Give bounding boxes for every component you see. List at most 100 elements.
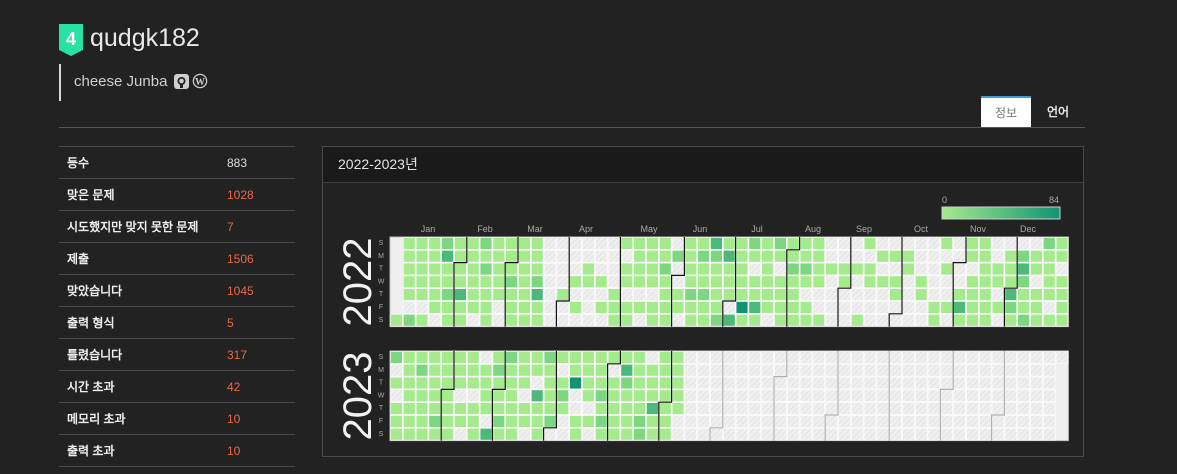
day-cell[interactable] [991, 288, 1005, 301]
day-cell[interactable] [479, 250, 493, 263]
day-cell[interactable] [390, 376, 403, 390]
day-cell[interactable] [505, 351, 518, 364]
day-cell[interactable] [505, 301, 518, 314]
day-cell[interactable] [748, 351, 761, 364]
day-cell[interactable] [441, 376, 454, 390]
day-cell[interactable] [850, 351, 864, 364]
day-cell[interactable] [671, 288, 685, 301]
day-cell[interactable] [1004, 237, 1018, 250]
day-cell[interactable] [812, 314, 825, 327]
day-cell[interactable] [927, 250, 941, 263]
day-cell[interactable] [518, 314, 531, 327]
day-cell[interactable] [978, 427, 992, 441]
day-cell[interactable] [902, 262, 915, 276]
day-cell[interactable] [697, 389, 710, 402]
day-cell[interactable] [607, 250, 621, 263]
day-cell[interactable] [1055, 301, 1069, 314]
day-cell[interactable] [646, 288, 659, 301]
day-cell[interactable] [607, 427, 621, 441]
day-cell[interactable] [620, 288, 633, 301]
day-cell[interactable] [1030, 237, 1043, 250]
day-cell[interactable] [390, 351, 403, 364]
day-cell[interactable] [531, 389, 544, 402]
day-cell[interactable] [390, 364, 403, 377]
day-cell[interactable] [505, 364, 518, 377]
day-cell[interactable] [799, 250, 813, 263]
day-cell[interactable] [556, 364, 569, 377]
day-cell[interactable] [658, 389, 672, 402]
day-cell[interactable] [1042, 427, 1056, 441]
day-cell[interactable] [863, 237, 877, 250]
day-cell[interactable] [569, 351, 582, 364]
day-cell[interactable] [825, 237, 838, 250]
day-cell[interactable] [799, 262, 813, 276]
day-cell[interactable] [889, 250, 902, 263]
day-cell[interactable] [1004, 402, 1018, 415]
day-cell[interactable] [441, 275, 454, 288]
day-cell[interactable] [838, 262, 851, 276]
day-cell[interactable] [1004, 389, 1018, 402]
day-cell[interactable] [505, 427, 518, 441]
day-cell[interactable] [467, 237, 480, 250]
day-cell[interactable] [403, 314, 416, 327]
day-cell[interactable] [799, 415, 813, 428]
day-cell[interactable] [953, 250, 966, 263]
day-cell[interactable] [594, 351, 608, 364]
day-cell[interactable] [428, 237, 442, 250]
day-cell[interactable] [467, 415, 480, 428]
day-cell[interactable] [761, 288, 774, 301]
day-cell[interactable] [594, 364, 608, 377]
day-cell[interactable] [671, 427, 685, 441]
day-cell[interactable] [505, 262, 518, 276]
day-cell[interactable] [978, 262, 992, 276]
day-cell[interactable] [467, 364, 480, 377]
day-cell[interactable] [531, 376, 544, 390]
day-cell[interactable] [940, 262, 954, 276]
day-cell[interactable] [505, 402, 518, 415]
day-cell[interactable] [863, 427, 877, 441]
day-cell[interactable] [684, 288, 697, 301]
day-cell[interactable] [761, 351, 774, 364]
day-cell[interactable] [492, 364, 505, 377]
day-cell[interactable] [1017, 376, 1030, 390]
day-cell[interactable] [1030, 402, 1043, 415]
day-cell[interactable] [518, 389, 531, 402]
day-cell[interactable] [863, 250, 877, 263]
day-cell[interactable] [786, 262, 800, 276]
day-cell[interactable] [633, 288, 646, 301]
day-cell[interactable] [697, 275, 710, 288]
day-cell[interactable] [658, 402, 672, 415]
day-cell[interactable] [620, 275, 633, 288]
day-cell[interactable] [799, 427, 813, 441]
day-cell[interactable] [812, 250, 825, 263]
day-cell[interactable] [518, 301, 531, 314]
stat-row-solved[interactable]: 맞은 문제 1028 [59, 179, 295, 211]
day-cell[interactable] [761, 427, 774, 441]
day-cell[interactable] [454, 288, 467, 301]
day-cell[interactable] [927, 314, 941, 327]
day-cell[interactable] [876, 427, 890, 441]
day-cell[interactable] [799, 314, 813, 327]
day-cell[interactable] [953, 427, 966, 441]
day-cell[interactable] [889, 262, 902, 276]
day-cell[interactable] [607, 376, 621, 390]
day-cell[interactable] [889, 301, 902, 314]
day-cell[interactable] [543, 301, 557, 314]
day-cell[interactable] [454, 376, 467, 390]
day-cell[interactable] [646, 415, 659, 428]
day-cell[interactable] [722, 237, 736, 250]
day-cell[interactable] [774, 288, 787, 301]
day-cell[interactable] [556, 402, 569, 415]
day-cell[interactable] [454, 415, 467, 428]
day-cell[interactable] [825, 376, 838, 390]
day-cell[interactable] [710, 351, 723, 364]
day-cell[interactable] [492, 402, 505, 415]
day-cell[interactable] [531, 402, 544, 415]
day-cell[interactable] [492, 389, 505, 402]
day-cell[interactable] [428, 376, 442, 390]
day-cell[interactable] [1042, 237, 1056, 250]
day-cell[interactable] [531, 415, 544, 428]
day-cell[interactable] [722, 351, 736, 364]
day-cell[interactable] [863, 415, 877, 428]
day-cell[interactable] [633, 301, 646, 314]
